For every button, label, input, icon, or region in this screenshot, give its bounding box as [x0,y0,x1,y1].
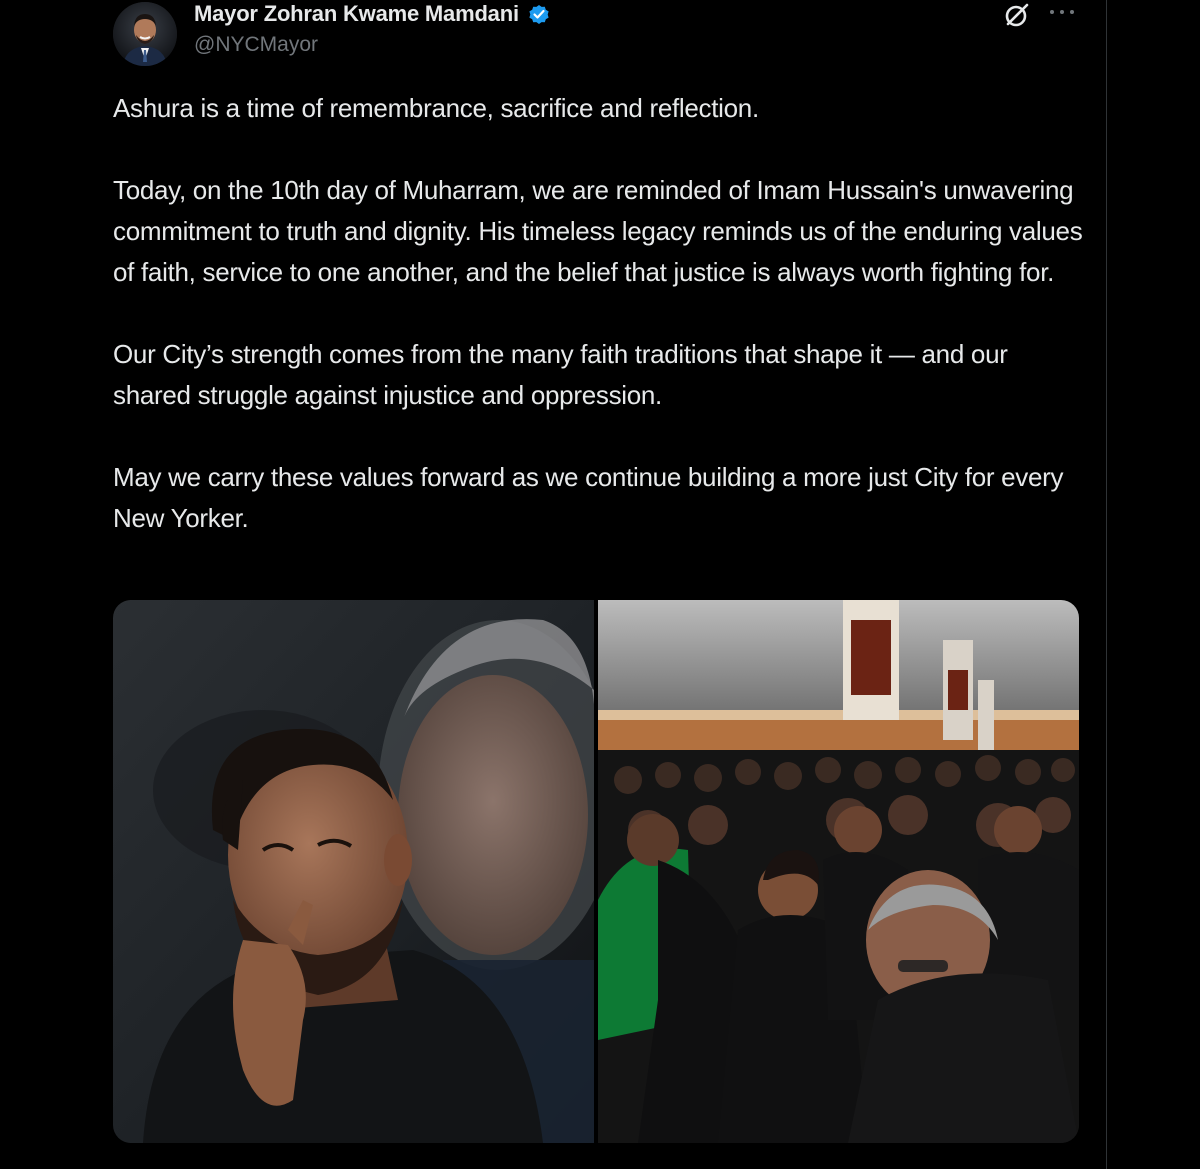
author-handle[interactable]: @NYCMayor [194,33,318,57]
tweet-paragraph: Ashura is a time of remembrance, sacrifi… [113,93,759,123]
tweet-text: Ashura is a time of remembrance, sacrifi… [113,88,1088,580]
verified-badge-icon [527,2,551,26]
column-divider [1106,0,1107,1169]
tweet-paragraph: Today, on the 10th day of Muharram, we a… [113,175,1083,287]
tweet-media-grid [113,600,1079,1143]
media-photo-congregation[interactable] [598,600,1079,1143]
more-options-icon[interactable] [1046,0,1078,24]
media-photo-portrait[interactable] [113,600,594,1143]
author-display-name[interactable]: Mayor Zohran Kwame Mamdani [194,1,519,27]
grok-icon[interactable] [1002,0,1032,30]
tweet-paragraph: May we carry these values forward as we … [113,462,1064,533]
avatar[interactable] [113,2,177,66]
author-name-row[interactable]: Mayor Zohran Kwame Mamdani [194,0,551,28]
tweet-paragraph: Our City’s strength comes from the many … [113,339,1008,410]
